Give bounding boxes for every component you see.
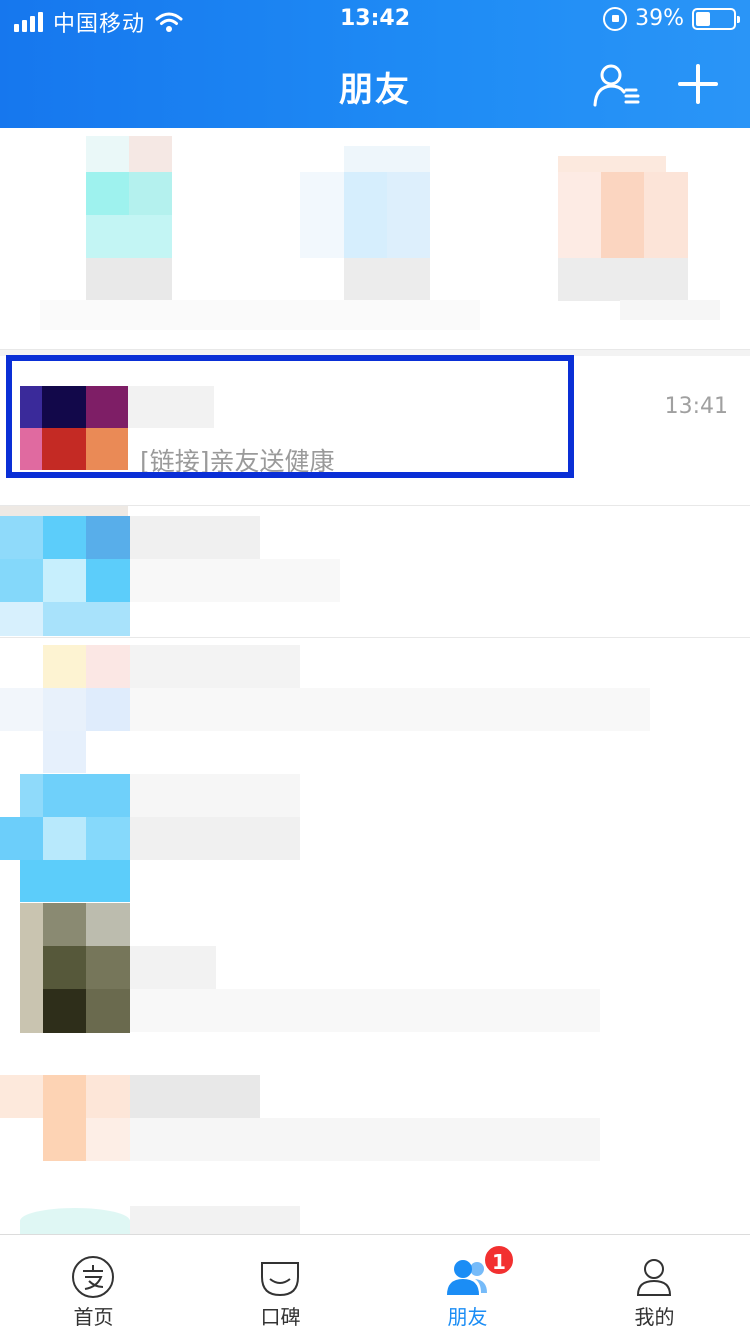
- chat-avatar: [20, 386, 128, 470]
- quick-entry-area: [0, 128, 750, 350]
- chat-name-blur: [128, 386, 214, 428]
- contacts-list-icon[interactable]: [592, 60, 642, 110]
- tab-koubei[interactable]: 口碑: [187, 1235, 374, 1334]
- chat-preview: [链接]亲友送健康: [140, 447, 335, 476]
- status-bar: 中国移动 13:42 39%: [0, 0, 750, 40]
- chat-avatar: [0, 516, 130, 636]
- friends-badge: 1: [483, 1244, 515, 1276]
- chat-item[interactable]: [0, 774, 750, 902]
- tab-label: 朋友: [447, 1305, 488, 1329]
- battery-percent: 39%: [635, 6, 684, 31]
- alipay-icon: [72, 1256, 114, 1298]
- quick-entry-3[interactable]: [558, 136, 688, 301]
- chat-item[interactable]: [0, 645, 750, 773]
- app-header: 中国移动 13:42 39% 朋友: [0, 0, 750, 128]
- tab-mine[interactable]: 我的: [561, 1235, 748, 1334]
- tab-label: 首页: [73, 1305, 114, 1329]
- chat-item[interactable]: [链接]亲友送健康 13:41: [0, 356, 750, 484]
- chat-time: 13:41: [664, 394, 728, 419]
- chat-avatar: [0, 645, 130, 773]
- chat-avatar: [0, 903, 130, 1033]
- battery-fill: [696, 11, 710, 26]
- chat-item-partial[interactable]: [0, 1200, 750, 1234]
- koubei-icon: [261, 1262, 299, 1297]
- add-button[interactable]: [676, 62, 720, 106]
- chat-item[interactable]: [0, 1075, 750, 1165]
- quick-entry-1[interactable]: [86, 136, 172, 301]
- tab-label: 口碑: [260, 1305, 301, 1329]
- tab-home[interactable]: 首页: [0, 1235, 187, 1334]
- chat-item[interactable]: [0, 506, 750, 636]
- chat-avatar: [0, 774, 130, 902]
- profile-icon: [636, 1259, 672, 1296]
- status-right: 39%: [603, 6, 740, 31]
- chat-divider: [0, 637, 750, 638]
- quick-entry-2[interactable]: [300, 136, 430, 301]
- chat-avatar: [0, 1075, 130, 1161]
- tab-label: 我的: [634, 1305, 675, 1329]
- orientation-lock-icon: [603, 6, 628, 31]
- tab-bar: 首页 口碑 朋友 我的: [0, 1234, 750, 1334]
- tab-friends[interactable]: 朋友: [374, 1235, 561, 1334]
- battery-icon: [692, 7, 740, 30]
- chat-item[interactable]: [0, 903, 750, 1033]
